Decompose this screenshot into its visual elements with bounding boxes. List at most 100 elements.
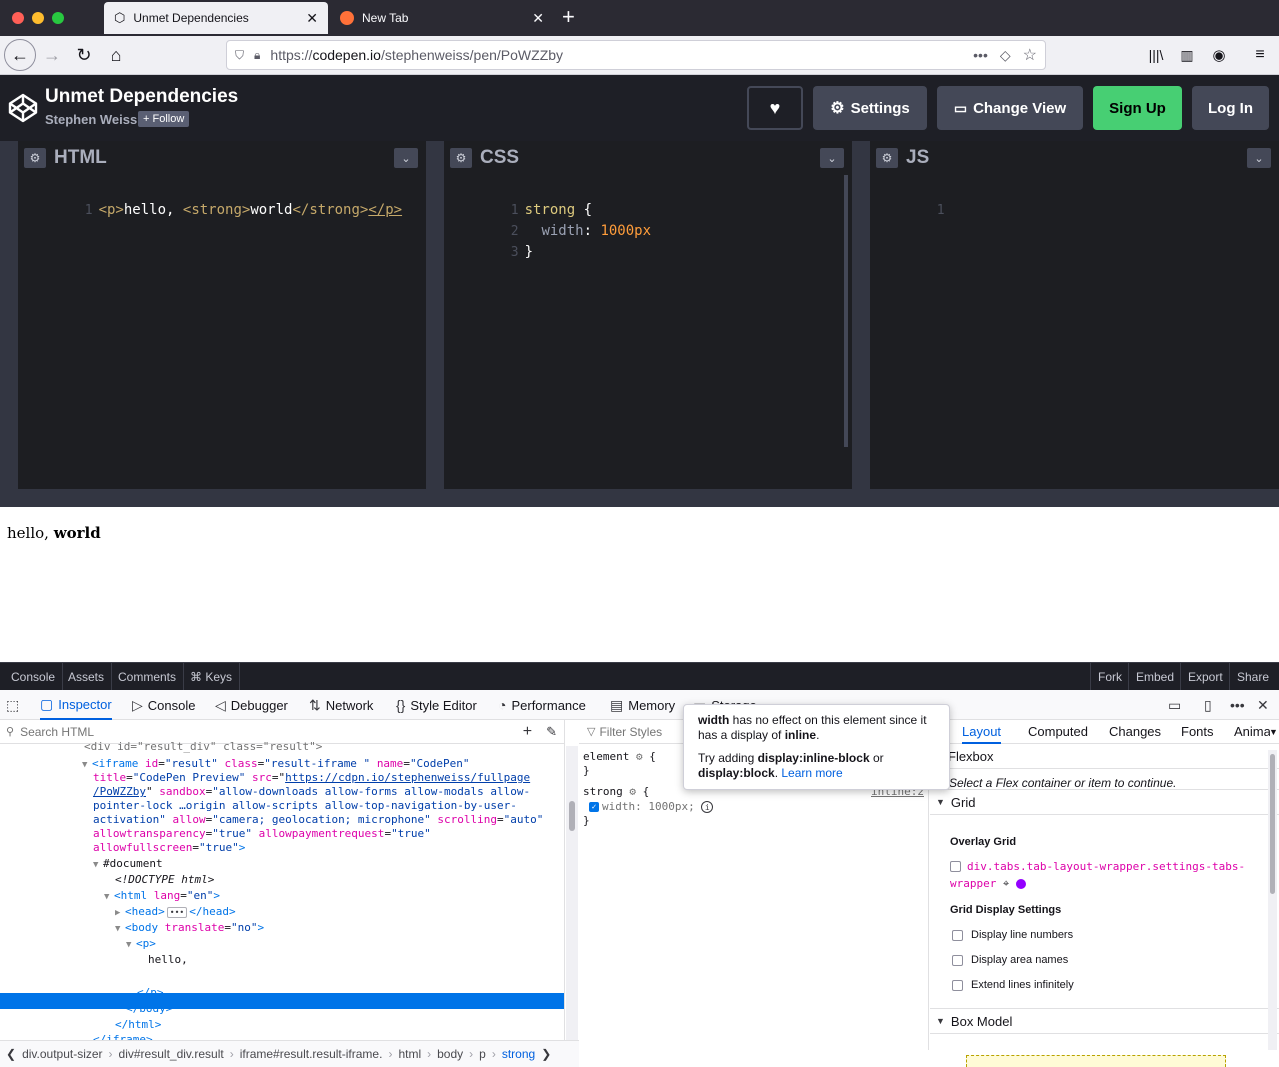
src-link[interactable]: /PoWZZby bbox=[93, 785, 146, 798]
url-bar[interactable]: ⛉ 🔒︎ https://codepen.io/stephenweiss/pen… bbox=[226, 40, 1046, 70]
pen-author[interactable]: Stephen Weiss bbox=[45, 112, 137, 127]
browser-tab-inactive[interactable]: New Tab ✕ bbox=[330, 2, 554, 34]
tab-performance[interactable]: ◔ Performance bbox=[498, 690, 586, 720]
breadcrumb-item[interactable]: div#result_div.result bbox=[119, 1047, 224, 1061]
tab-style-editor[interactable]: {} Style Editor bbox=[396, 690, 477, 720]
chevron-down-icon[interactable]: ⌄ bbox=[394, 148, 418, 168]
overlay-grid-checkbox[interactable] bbox=[950, 861, 961, 872]
breadcrumb-item[interactable]: body bbox=[437, 1047, 463, 1061]
markup-line[interactable]: ▼ <p> bbox=[126, 937, 156, 952]
overlay-grid-item[interactable]: div.tabs.tab-layout-wrapper.settings-tab… bbox=[950, 858, 1245, 875]
account-icon[interactable]: ◉ bbox=[1205, 41, 1233, 69]
markup-line[interactable]: </body> bbox=[126, 1002, 172, 1016]
close-tab-icon[interactable]: ✕ bbox=[532, 10, 544, 27]
overlay-grid-item-cont[interactable]: wrapper ⌖ bbox=[950, 875, 1026, 892]
editor-result-resizer[interactable] bbox=[0, 489, 1279, 507]
login-button[interactable]: Log In bbox=[1192, 86, 1269, 130]
markup-line-selected[interactable]: <strong>world</strong> bbox=[148, 970, 294, 984]
markup-line[interactable]: pointer-lock …origin allow-scripts allow… bbox=[93, 799, 517, 813]
zoom-window-button[interactable] bbox=[52, 12, 64, 24]
option-checkbox[interactable] bbox=[952, 929, 963, 941]
close-devtools-icon[interactable]: ✕ bbox=[1257, 690, 1274, 720]
gear-icon[interactable]: ⚙ bbox=[876, 148, 898, 168]
editor-resizer-left[interactable] bbox=[0, 141, 18, 489]
grid-option[interactable]: Display line numbers bbox=[952, 929, 1073, 941]
tab-console[interactable]: ▷ Console bbox=[132, 690, 195, 720]
tab-animations[interactable]: Animations bbox=[1234, 720, 1270, 744]
grid-option[interactable]: Display area names bbox=[952, 954, 1068, 966]
markup-scrollbar[interactable] bbox=[566, 746, 578, 1040]
grid-section-header[interactable]: ▼ Grid bbox=[930, 790, 1279, 815]
css-code-area[interactable]: 1 strong { 2 width: 1000px 3} bbox=[444, 175, 852, 489]
console-button[interactable]: Console bbox=[4, 663, 64, 691]
markup-line[interactable]: ▼ <body translate="no"> bbox=[115, 921, 264, 936]
selected-node-row[interactable] bbox=[0, 993, 564, 1009]
chevron-down-icon[interactable]: ⌄ bbox=[1247, 148, 1271, 168]
breadcrumb-item[interactable]: html bbox=[398, 1047, 421, 1061]
rule-strong[interactable]: strong ⚙ { bbox=[583, 785, 649, 799]
option-checkbox[interactable] bbox=[952, 979, 963, 991]
back-arrow-icon[interactable]: ← bbox=[4, 39, 36, 71]
editor-resizer[interactable] bbox=[852, 141, 870, 489]
tab-changes[interactable]: Changes bbox=[1109, 720, 1161, 744]
box-model-section-header[interactable]: ▼ Box Model bbox=[930, 1009, 1279, 1034]
pen-title[interactable]: Unmet Dependencies bbox=[45, 86, 238, 108]
target-icon[interactable]: ⌖ bbox=[1003, 877, 1009, 890]
gear-icon[interactable]: ⚙ bbox=[629, 785, 636, 798]
tab-layout[interactable]: Layout bbox=[962, 720, 1002, 744]
sidebar-icon[interactable]: ▥ bbox=[1173, 41, 1201, 69]
forward-arrow-icon[interactable]: → bbox=[38, 41, 66, 69]
breadcrumb-item[interactable]: p bbox=[479, 1047, 486, 1061]
markup-line[interactable]: <div id="result_div" class="result"> bbox=[84, 740, 322, 754]
gear-icon[interactable]: ⚙ bbox=[24, 148, 46, 168]
tab-fonts[interactable]: Fonts bbox=[1181, 720, 1214, 744]
keys-button[interactable]: ⌘ Keys bbox=[183, 663, 241, 691]
gear-icon[interactable]: ⚙ bbox=[636, 750, 643, 763]
markup-line[interactable]: activation" allow="camera; geolocation; … bbox=[93, 813, 543, 827]
breadcrumb-item-selected[interactable]: strong bbox=[502, 1047, 535, 1061]
reload-icon[interactable]: ↻ bbox=[70, 41, 98, 69]
fork-button[interactable]: Fork bbox=[1090, 663, 1129, 691]
markup-line[interactable]: ▼ <iframe id="result" class="result-ifram… bbox=[82, 757, 470, 772]
markup-line[interactable]: </p> bbox=[137, 986, 164, 1000]
tab-memory[interactable]: ▤ Memory bbox=[610, 690, 675, 720]
element-picker-icon[interactable]: ⬚ bbox=[6, 690, 24, 720]
close-tab-icon[interactable]: ✕ bbox=[306, 10, 318, 27]
add-node-icon[interactable]: + bbox=[523, 723, 532, 741]
pocket-icon[interactable]: ◇ bbox=[1000, 47, 1011, 64]
html-code-area[interactable]: 1 <p>hello, <strong>world</strong></p> bbox=[18, 175, 426, 489]
home-icon[interactable]: ⌂ bbox=[102, 41, 130, 69]
js-code-area[interactable]: 1 bbox=[870, 175, 1279, 489]
src-link[interactable]: https://cdpn.io/stephenweiss/fullpage bbox=[285, 771, 530, 784]
page-actions-icon[interactable]: ••• bbox=[973, 47, 988, 63]
breadcrumb-item[interactable]: div.output-sizer bbox=[22, 1047, 102, 1061]
markup-line[interactable]: ▼ <html lang="en"> bbox=[104, 889, 220, 904]
markup-line[interactable]: ▼ #document bbox=[93, 857, 163, 872]
option-checkbox[interactable] bbox=[952, 954, 963, 966]
scrollbar[interactable] bbox=[844, 175, 848, 447]
layout-scrollbar[interactable] bbox=[1268, 750, 1277, 1050]
editor-resizer[interactable] bbox=[426, 141, 444, 489]
plus-icon[interactable]: + bbox=[562, 4, 582, 32]
info-icon[interactable]: i bbox=[701, 801, 714, 813]
declaration-width[interactable]: ✓ width: 1000px; i bbox=[589, 800, 714, 814]
chevron-right-icon[interactable]: ❯ bbox=[541, 1047, 551, 1061]
rule-element[interactable]: element ⚙ { bbox=[583, 750, 656, 764]
tab-computed[interactable]: Computed bbox=[1028, 720, 1088, 744]
codepen-logo-icon[interactable] bbox=[7, 92, 39, 124]
markup-line[interactable]: /PoWZZby" sandbox="allow-downloads allow… bbox=[93, 785, 530, 799]
dock-side-icon[interactable]: ▭ bbox=[1168, 690, 1186, 720]
chevron-down-icon[interactable]: ▼ bbox=[1269, 720, 1278, 744]
lock-icon[interactable]: 🔒︎ bbox=[254, 48, 260, 63]
more-options-icon[interactable]: ••• bbox=[1230, 690, 1250, 720]
close-window-button[interactable] bbox=[12, 12, 24, 24]
love-button[interactable]: ♥ bbox=[747, 86, 803, 130]
settings-button[interactable]: ⚙ Settings bbox=[813, 86, 927, 130]
share-button[interactable]: Share bbox=[1229, 663, 1276, 691]
ellipsis-icon[interactable]: ••• bbox=[166, 907, 188, 918]
assets-button[interactable]: Assets bbox=[61, 663, 113, 691]
declaration-checkbox[interactable]: ✓ bbox=[589, 802, 599, 812]
comments-button[interactable]: Comments bbox=[111, 663, 185, 691]
tab-debugger[interactable]: ◁ Debugger bbox=[215, 690, 288, 720]
markup-line[interactable]: <!DOCTYPE html> bbox=[115, 873, 214, 887]
